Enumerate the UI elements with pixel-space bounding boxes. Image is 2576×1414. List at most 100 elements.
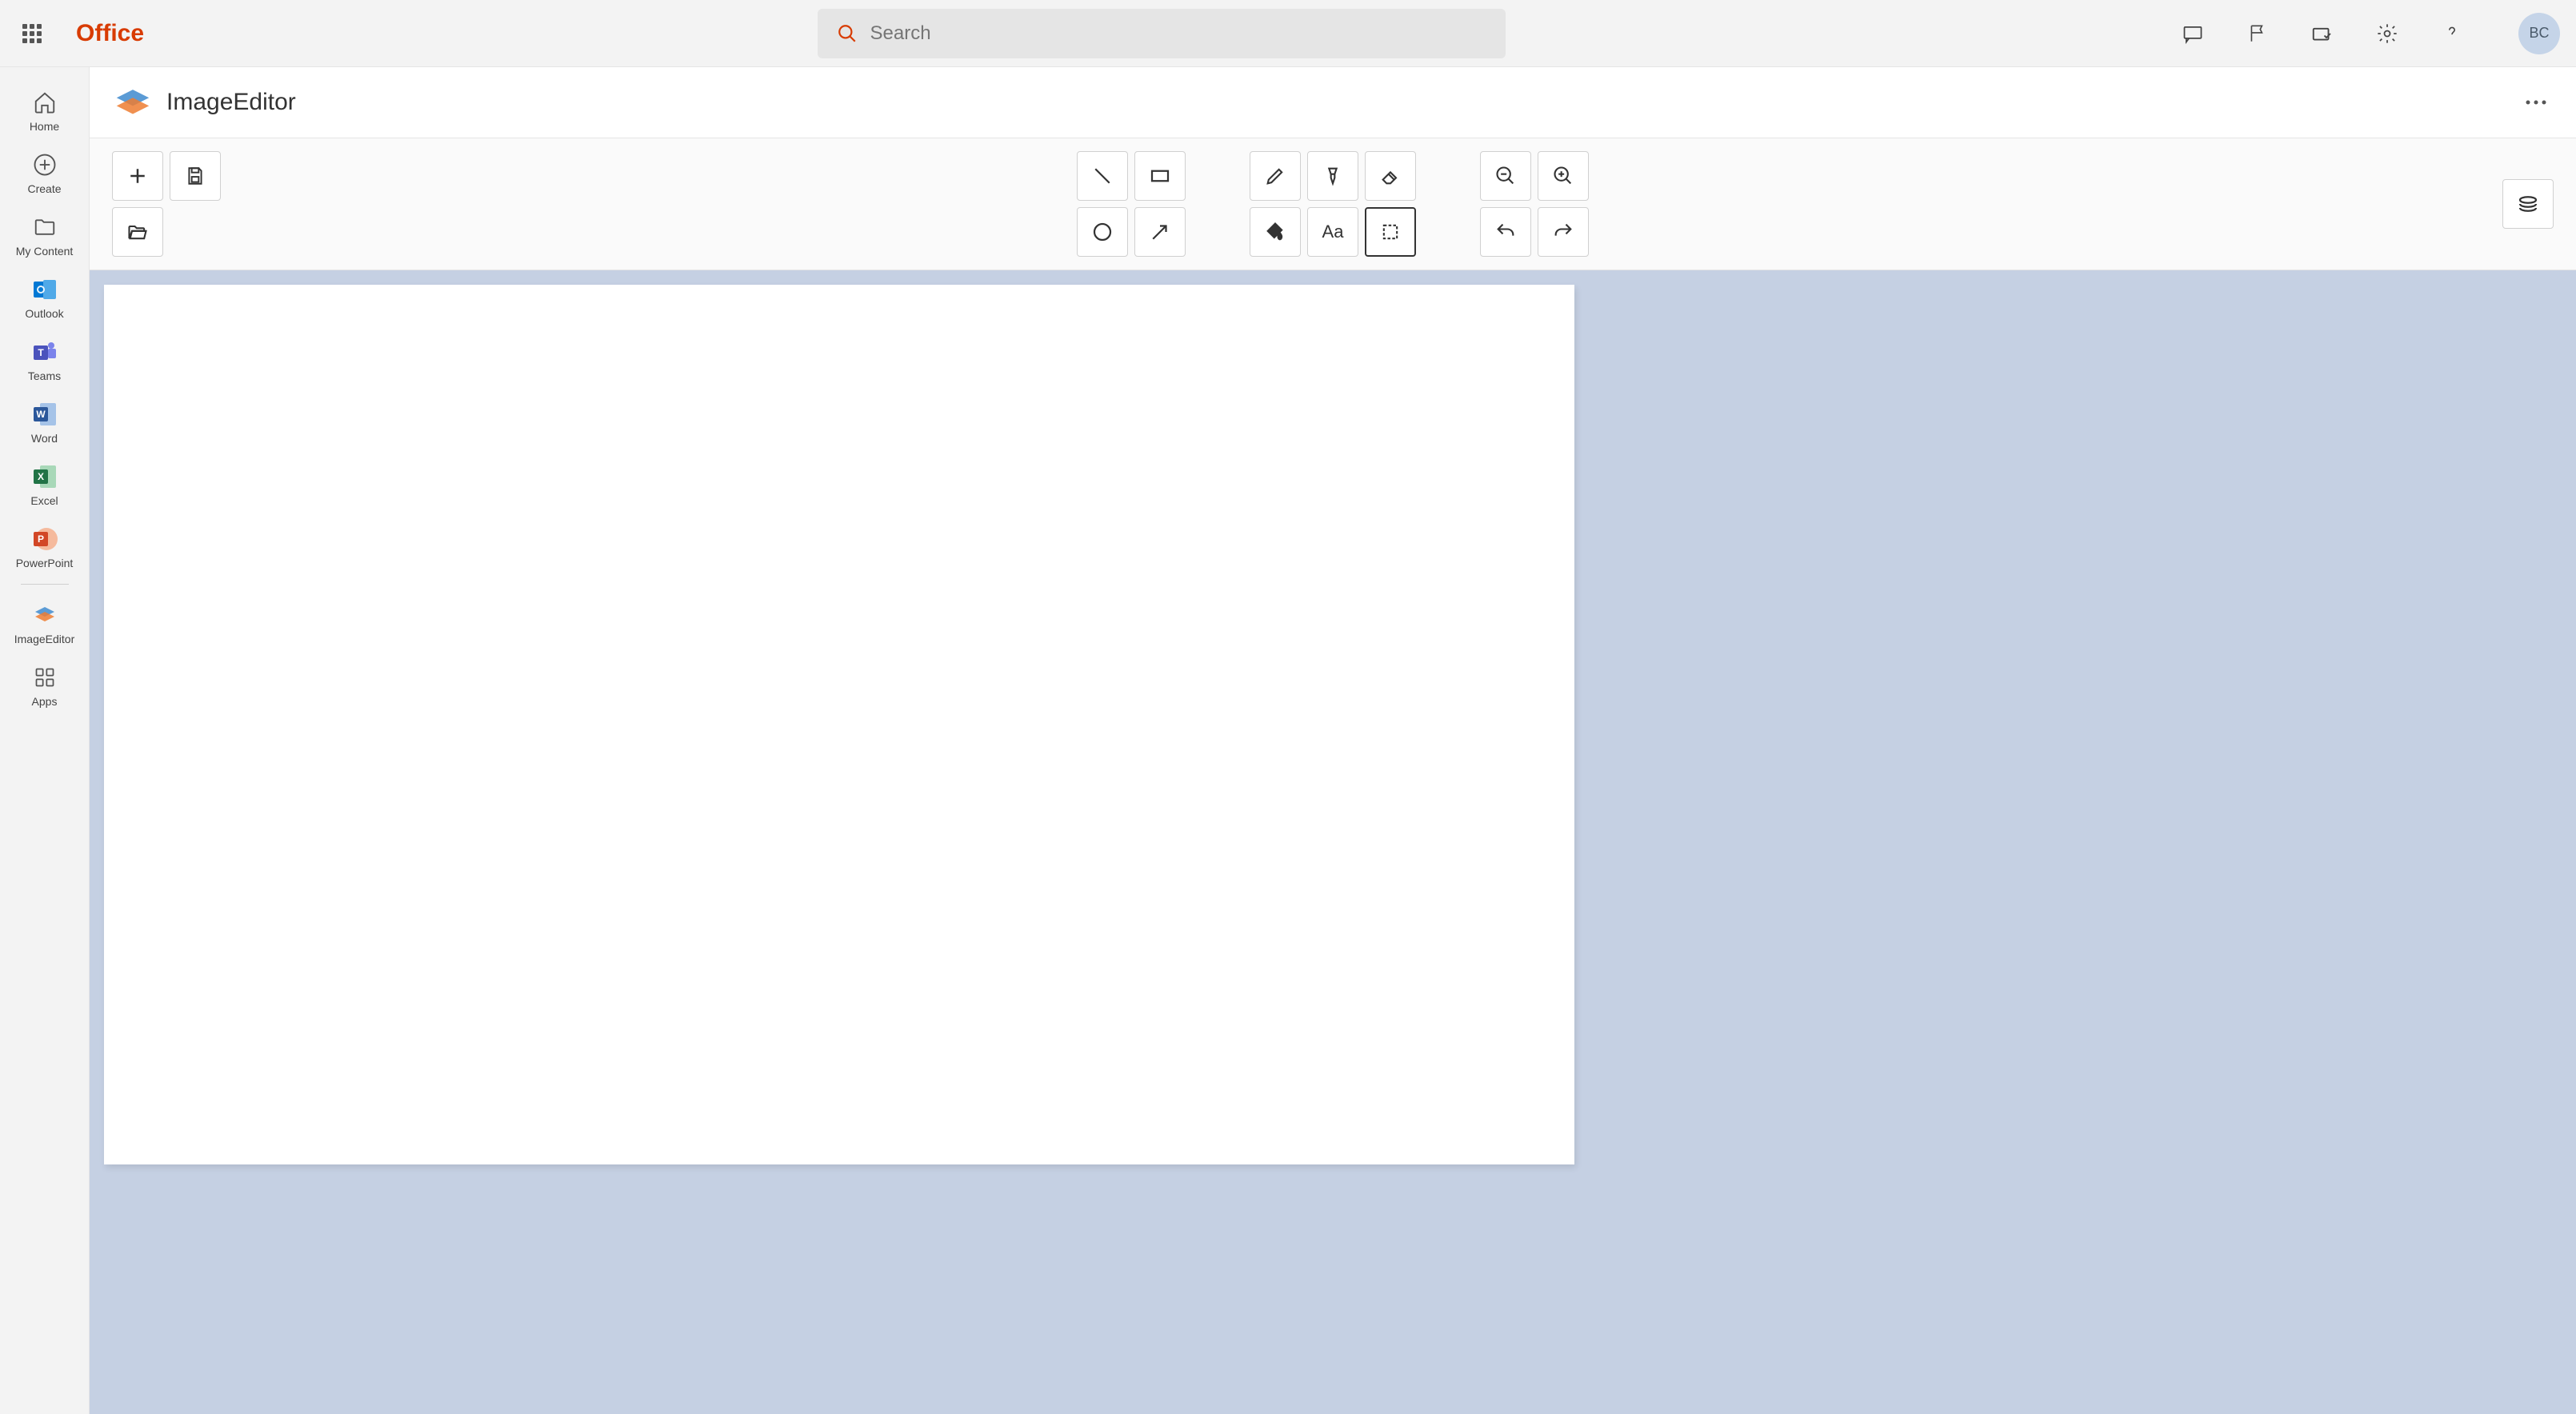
toolbar-group-file: [112, 151, 221, 257]
sidebar-item-my-content[interactable]: My Content: [0, 203, 89, 266]
app-title-bar: ImageEditor: [90, 67, 2576, 138]
help-icon: [2442, 23, 2462, 44]
svg-text:X: X: [37, 471, 43, 482]
sidebar-item-teams[interactable]: T Teams: [0, 328, 89, 390]
paint-bucket-icon: [1264, 221, 1286, 243]
left-sidebar: Home Create My Content Outlook T Teams: [0, 67, 90, 1414]
app-more-button[interactable]: [2518, 93, 2554, 112]
app-launcher-button[interactable]: [16, 18, 48, 50]
sidebar-item-home[interactable]: Home: [0, 78, 89, 141]
search-icon: [837, 23, 858, 44]
search-container: [144, 9, 2178, 58]
undo-icon: [1494, 221, 1517, 243]
zoom-in-icon: [1552, 165, 1574, 187]
word-icon: W: [29, 398, 61, 430]
sidebar-item-label: PowerPoint: [16, 557, 74, 569]
ellipse-tool-button[interactable]: [1077, 207, 1128, 257]
line-icon: [1090, 164, 1114, 188]
sidebar-item-excel[interactable]: X Excel: [0, 453, 89, 515]
settings-button[interactable]: [2373, 19, 2402, 48]
powerpoint-icon: P: [29, 523, 61, 555]
zoom-out-button[interactable]: [1480, 151, 1531, 201]
flag-button[interactable]: [2243, 19, 2272, 48]
search-box[interactable]: [818, 9, 1506, 58]
outlook-icon: [29, 274, 61, 306]
save-icon: [185, 166, 206, 186]
redo-button[interactable]: [1538, 207, 1589, 257]
svg-text:P: P: [37, 533, 43, 545]
toolbar: Aa: [90, 138, 2576, 270]
create-icon: [29, 149, 61, 181]
notifications-button[interactable]: [2178, 19, 2207, 48]
sidebar-item-label: Apps: [32, 695, 58, 708]
layers-button[interactable]: [2502, 179, 2554, 229]
eraser-icon: [1379, 165, 1402, 187]
rectangle-tool-button[interactable]: [1134, 151, 1186, 201]
more-horizontal-icon: [2525, 99, 2547, 106]
sidebar-item-apps[interactable]: Apps: [0, 653, 89, 716]
svg-text:W: W: [36, 409, 46, 420]
sidebar-item-label: Home: [30, 120, 59, 133]
open-button[interactable]: [112, 207, 163, 257]
pencil-icon: [1264, 165, 1286, 187]
excel-icon: X: [29, 461, 61, 493]
ellipse-icon: [1090, 220, 1114, 244]
brush-icon: [1322, 165, 1344, 187]
user-avatar[interactable]: BC: [2518, 13, 2560, 54]
undo-button[interactable]: [1480, 207, 1531, 257]
waffle-icon: [22, 24, 42, 43]
sidebar-item-word[interactable]: W Word: [0, 390, 89, 453]
inbox-button[interactable]: [2308, 19, 2337, 48]
toolbar-group-shapes: [1077, 151, 1186, 257]
select-icon: [1379, 221, 1402, 243]
fill-tool-button[interactable]: [1250, 207, 1301, 257]
arrow-tool-button[interactable]: [1134, 207, 1186, 257]
line-tool-button[interactable]: [1077, 151, 1128, 201]
app-logo: [112, 82, 154, 123]
sidebar-item-outlook[interactable]: Outlook: [0, 266, 89, 328]
sidebar-item-label: Teams: [28, 369, 61, 382]
sidebar-item-imageeditor[interactable]: ImageEditor: [0, 591, 89, 653]
sidebar-item-create[interactable]: Create: [0, 141, 89, 203]
text-tool-button[interactable]: Aa: [1307, 207, 1358, 257]
toolbar-group-view: [1480, 151, 1589, 257]
help-button[interactable]: [2438, 19, 2466, 48]
content-area: ImageEditor: [90, 67, 2576, 1414]
arrow-icon: [1148, 220, 1172, 244]
folder-open-icon: [126, 221, 149, 243]
folder-icon: [29, 211, 61, 243]
sidebar-item-label: Word: [31, 432, 58, 445]
sidebar-item-label: Excel: [30, 494, 58, 507]
zoom-in-button[interactable]: [1538, 151, 1589, 201]
teams-icon: T: [29, 336, 61, 368]
sidebar-item-label: Outlook: [25, 307, 63, 320]
zoom-out-icon: [1494, 165, 1517, 187]
canvas[interactable]: [104, 285, 1574, 1164]
app-title: ImageEditor: [166, 89, 296, 116]
sidebar-item-powerpoint[interactable]: P PowerPoint: [0, 515, 89, 577]
brush-tool-button[interactable]: [1307, 151, 1358, 201]
flag-icon: [2247, 23, 2268, 44]
inbox-check-icon: [2310, 22, 2334, 46]
rectangle-icon: [1148, 164, 1172, 188]
brand-name[interactable]: Office: [76, 20, 144, 47]
canvas-area[interactable]: [90, 270, 2576, 1414]
home-icon: [29, 86, 61, 118]
sidebar-divider: [21, 584, 69, 585]
layers-icon: [2516, 192, 2540, 216]
toolbar-group-draw: Aa: [1250, 151, 1416, 257]
pencil-tool-button[interactable]: [1250, 151, 1301, 201]
apps-icon: [29, 661, 61, 693]
svg-text:T: T: [38, 347, 44, 358]
search-input[interactable]: [870, 22, 1486, 45]
chat-icon: [2182, 22, 2204, 45]
sidebar-item-label: My Content: [16, 245, 74, 258]
plus-icon: [126, 164, 150, 188]
save-button[interactable]: [170, 151, 221, 201]
sidebar-item-label: Create: [27, 182, 61, 195]
gear-icon: [2376, 22, 2398, 45]
select-tool-button[interactable]: [1365, 207, 1416, 257]
new-button[interactable]: [112, 151, 163, 201]
imageeditor-icon: [29, 599, 61, 631]
eraser-tool-button[interactable]: [1365, 151, 1416, 201]
